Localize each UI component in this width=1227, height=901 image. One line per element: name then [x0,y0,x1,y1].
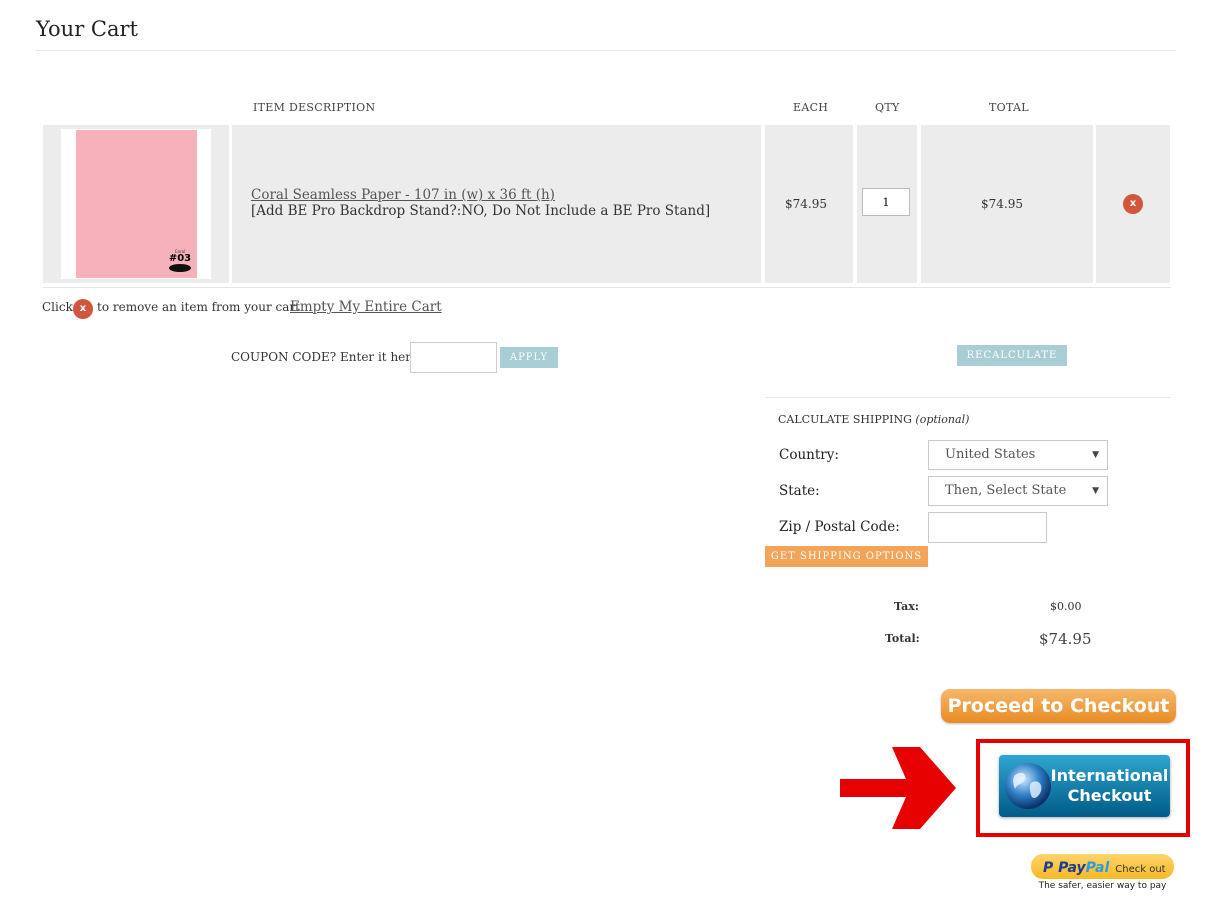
paypal-logo-pal: Pal [1085,860,1110,876]
coupon-label: COUPON CODE? Enter it here: [231,350,423,364]
row-divider [43,287,1171,288]
column-header-total: TOTAL [989,101,1029,114]
quantity-input[interactable] [862,188,910,216]
column-header-description: ITEM DESCRIPTION [253,101,376,114]
red-arrow-icon [840,747,956,829]
paypal-checkout-label: Check out [1115,864,1166,875]
shipping-title-note: (optional) [915,413,970,426]
swatch-number: #03 [168,253,192,264]
page-title: Your Cart [36,17,138,41]
international-checkout-button[interactable]: International Checkout [999,755,1170,817]
tax-label: Tax: [894,600,919,613]
product-swatch-label: Coral #03 [168,249,192,275]
state-label: State: [779,483,820,499]
item-each-price: $74.95 [785,197,827,211]
remove-note-text: to remove an item from your cart [97,300,300,314]
international-checkout-label: International Checkout [1049,766,1170,806]
get-shipping-options-button[interactable]: GET SHIPPING OPTIONS [765,546,928,567]
chevron-down-icon: ▼ [1092,450,1099,460]
empty-cart-link[interactable]: Empty My Entire Cart [290,299,442,315]
column-header-qty: QTY [875,101,900,114]
country-select[interactable]: United States ▼ [928,440,1108,470]
shipping-divider [765,397,1171,398]
shipping-title-text: CALCULATE SHIPPING [778,413,912,426]
globe-icon [1005,763,1051,809]
state-select[interactable]: Then, Select State ▼ [928,476,1108,506]
column-header-each: EACH [793,101,829,114]
title-divider [36,50,1176,51]
coupon-input[interactable] [410,342,497,373]
country-label: Country: [779,447,839,463]
paypal-logo: P PayPal [1043,860,1109,876]
brand-logo-icon [169,264,191,272]
paypal-logo-p-icon: P [1043,860,1059,876]
international-label-line1: International [1050,766,1169,785]
remove-hint-icon: x [73,299,93,319]
paypal-tagline: The safer, easier way to pay [1038,881,1167,891]
recalculate-button[interactable]: RECALCULATE [957,345,1067,366]
proceed-to-checkout-button[interactable]: Proceed to Checkout ► [941,689,1176,751]
shipping-title: CALCULATE SHIPPING (optional) [778,413,969,426]
apply-coupon-button[interactable]: APPLY [500,347,558,368]
total-label: Total: [885,632,920,645]
international-label-line2: Checkout [1067,786,1152,805]
product-name-link[interactable]: Coral Seamless Paper - 107 in (w) x 36 f… [251,187,555,203]
country-select-value: United States [945,447,1036,462]
zip-label: Zip / Postal Code: [779,519,900,535]
tax-value: $0.00 [1050,600,1082,613]
chevron-down-icon: ▼ [1092,486,1099,496]
paypal-logo-pay: Pay [1058,860,1086,876]
item-total-price: $74.95 [981,197,1023,211]
remove-note-prefix: Click [42,300,73,314]
paypal-checkout-button[interactable]: P PayPal Check out [1031,854,1174,879]
product-option-text: [Add BE Pro Backdrop Stand?:NO, Do Not I… [251,203,711,219]
remove-item-icon[interactable]: x [1123,194,1143,214]
state-select-value: Then, Select State [945,483,1067,498]
zip-input[interactable] [928,512,1047,543]
total-value: $74.95 [1039,630,1092,648]
